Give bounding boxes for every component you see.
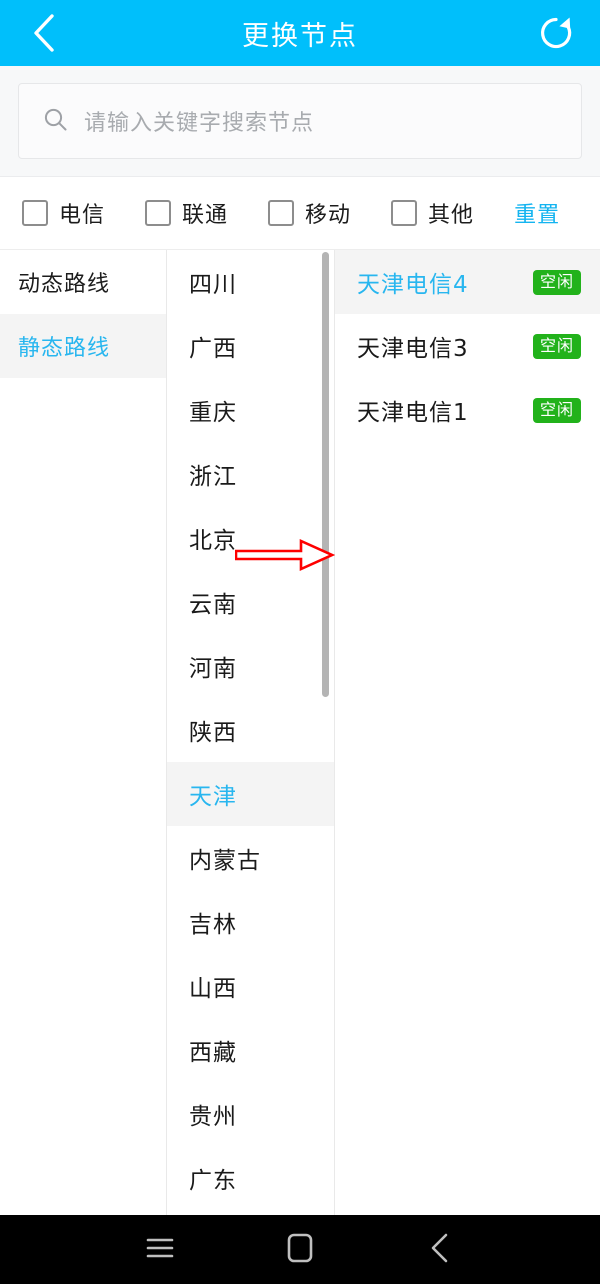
refresh-button[interactable] [534, 11, 578, 55]
filter-other[interactable]: 其他 [391, 197, 474, 229]
refresh-icon [537, 14, 575, 52]
province-label: 陕西 [189, 720, 237, 746]
page-title: 更换节点 [242, 20, 358, 52]
filter-other-label: 其他 [428, 203, 475, 228]
province-item-henan[interactable]: 河南 [167, 634, 334, 698]
node-list: 天津电信4 空闲 天津电信3 空闲 天津电信1 空闲 [335, 250, 600, 1215]
province-label: 北京 [189, 528, 237, 554]
search-bar-container: 请输入关键字搜索节点 [0, 66, 600, 177]
nav-back-button[interactable] [410, 1220, 470, 1280]
status-badge: 空闲 [532, 397, 581, 423]
sidebar-item-static-route[interactable]: 静态路线 [0, 314, 166, 378]
province-label: 天津 [189, 784, 237, 810]
node-item-tianjin-telecom-4[interactable]: 天津电信4 空闲 [335, 250, 600, 314]
filter-telecom-label: 电信 [59, 203, 106, 228]
route-type-sidebar: 动态路线 静态路线 [0, 250, 167, 1215]
node-item-tianjin-telecom-1[interactable]: 天津电信1 空闲 [335, 378, 600, 442]
status-badge: 空闲 [532, 269, 581, 295]
province-label: 吉林 [189, 912, 237, 938]
province-label: 内蒙古 [189, 848, 261, 874]
province-item-chongqing[interactable]: 重庆 [167, 378, 334, 442]
reset-button[interactable]: 重置 [514, 197, 560, 229]
province-item-tibet[interactable]: 西藏 [167, 1018, 334, 1082]
search-input[interactable]: 请输入关键字搜索节点 [18, 83, 582, 159]
province-item-zhejiang[interactable]: 浙江 [167, 442, 334, 506]
checkbox-unicom[interactable] [145, 200, 172, 226]
chevron-left-icon [429, 1232, 451, 1268]
checkbox-mobile[interactable] [268, 200, 295, 226]
province-item-jilin[interactable]: 吉林 [167, 890, 334, 954]
node-name: 天津电信3 [357, 336, 469, 362]
checkbox-other[interactable] [391, 200, 418, 226]
node-name: 天津电信1 [357, 400, 469, 426]
province-scrollbar[interactable] [322, 252, 329, 697]
province-label: 云南 [189, 592, 237, 618]
province-item-inner-mongolia[interactable]: 内蒙古 [167, 826, 334, 890]
filter-unicom-label: 联通 [182, 203, 229, 228]
province-item-tianjin[interactable]: 天津 [167, 762, 334, 826]
app-root: 更换节点 请输入关键字搜索节点 电信 联通 移动 其他 重置 动态路线 静态路线… [0, 0, 600, 1284]
app-header: 更换节点 [0, 0, 600, 66]
menu-icon [145, 1236, 175, 1264]
province-label: 重庆 [189, 400, 237, 426]
node-name: 天津电信4 [357, 272, 469, 298]
province-item-yunnan[interactable]: 云南 [167, 570, 334, 634]
filter-mobile-label: 移动 [305, 203, 352, 228]
android-navigation-bar [0, 1215, 600, 1284]
sidebar-item-label: 静态路线 [18, 336, 111, 361]
filter-telecom[interactable]: 电信 [22, 197, 105, 229]
province-label: 西藏 [189, 1040, 237, 1066]
province-label: 广东 [189, 1168, 237, 1194]
filter-mobile[interactable]: 移动 [268, 197, 351, 229]
province-label: 广西 [189, 336, 237, 362]
back-button[interactable] [22, 11, 66, 55]
province-label: 山西 [189, 976, 237, 1002]
province-item-shanxi[interactable]: 山西 [167, 954, 334, 1018]
province-item-guangxi[interactable]: 广西 [167, 314, 334, 378]
filter-row: 电信 联通 移动 其他 重置 [0, 177, 600, 250]
checkbox-telecom[interactable] [22, 200, 48, 226]
province-item-sichuan[interactable]: 四川 [167, 250, 334, 314]
province-label: 贵州 [189, 1104, 237, 1130]
node-item-tianjin-telecom-3[interactable]: 天津电信3 空闲 [335, 314, 600, 378]
province-label: 浙江 [189, 464, 237, 490]
filter-unicom[interactable]: 联通 [145, 197, 228, 229]
chevron-left-icon [31, 12, 57, 54]
home-square-icon [287, 1233, 313, 1267]
province-item-guangdong[interactable]: 广东 [167, 1146, 334, 1210]
province-column: 四川 广西 重庆 浙江 北京 云南 河南 陕西 天津 内蒙古 吉林 山西 西藏 … [167, 250, 335, 1215]
sidebar-item-label: 动态路线 [18, 272, 111, 297]
recents-button[interactable] [130, 1220, 190, 1280]
province-label: 四川 [189, 272, 237, 298]
province-item-shaanxi[interactable]: 陕西 [167, 698, 334, 762]
province-label: 河南 [189, 656, 237, 682]
search-placeholder: 请输入关键字搜索节点 [84, 111, 315, 136]
search-icon [43, 107, 68, 136]
sidebar-item-dynamic-route[interactable]: 动态路线 [0, 250, 166, 314]
content-columns: 动态路线 静态路线 四川 广西 重庆 浙江 北京 云南 河南 陕西 天津 内蒙古… [0, 250, 600, 1215]
status-badge: 空闲 [532, 333, 581, 359]
province-item-guizhou[interactable]: 贵州 [167, 1082, 334, 1146]
province-item-beijing[interactable]: 北京 [167, 506, 334, 570]
home-button[interactable] [270, 1220, 330, 1280]
